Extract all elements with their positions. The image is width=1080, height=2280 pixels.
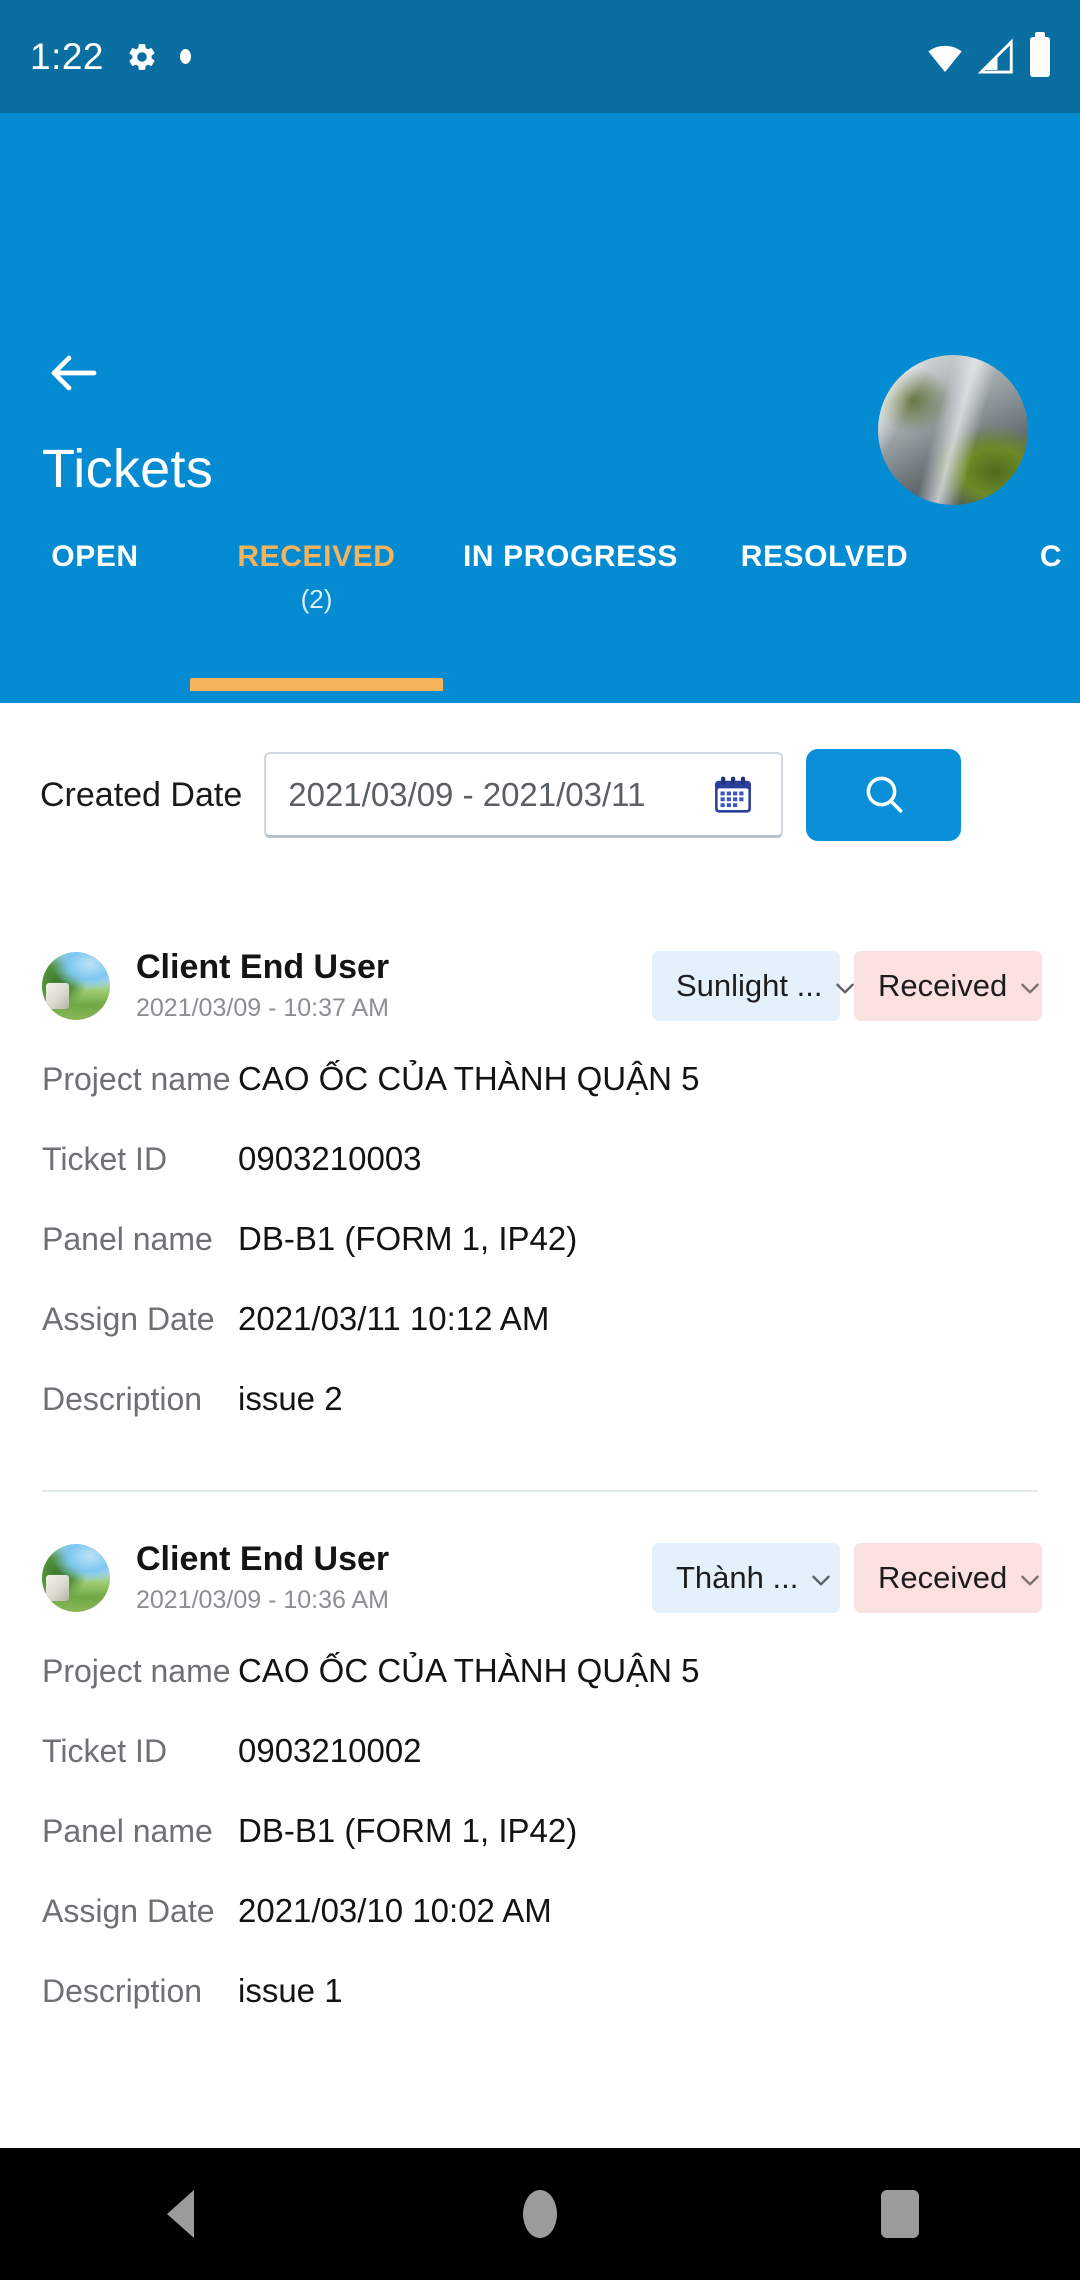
dot-icon — [180, 49, 192, 64]
detail-key: Panel name — [42, 1813, 213, 1849]
wifi-icon — [926, 38, 964, 76]
back-arrow-icon[interactable] — [44, 343, 104, 403]
detail-value: 2021/03/10 10:02 AM — [238, 1892, 552, 1929]
ticket-card[interactable]: Client End User 2021/03/09 - 10:36 AM Th… — [0, 1492, 1080, 2052]
detail-value: issue 2 — [238, 1380, 343, 1417]
gear-icon — [126, 41, 158, 73]
tab-label: OPEN — [51, 540, 139, 573]
detail-row: Project name CAO ỐC CỦA THÀNH QUẬN 5 — [42, 1652, 1080, 1732]
status-bar-left: 1:22 — [30, 35, 192, 78]
ticket-user-block: Client End User 2021/03/09 - 10:37 AM — [136, 947, 390, 1023]
android-nav-bar — [0, 2148, 1080, 2280]
status-clock: 1:22 — [30, 35, 105, 77]
ticket-user-block: Client End User 2021/03/09 - 10:36 AM — [136, 1539, 390, 1615]
detail-value: issue 1 — [238, 1972, 343, 2009]
nav-back-button[interactable] — [105, 2148, 255, 2280]
detail-key: Ticket ID — [42, 1733, 168, 1769]
detail-value: 0903210003 — [238, 1140, 422, 1177]
search-button[interactable] — [806, 749, 962, 841]
search-icon — [859, 770, 909, 820]
tab-label: IN PROGRESS — [463, 540, 678, 573]
avatar[interactable] — [42, 1544, 110, 1612]
detail-row: Description issue 2 — [42, 1380, 1080, 1460]
ticket-card[interactable]: Client End User 2021/03/09 - 10:37 AM Su… — [0, 900, 1080, 1492]
nav-home-button[interactable] — [465, 2148, 615, 2280]
date-range-input[interactable]: 2021/03/09 - 2021/03/11 — [264, 752, 784, 838]
date-range-value: 2021/03/09 - 2021/03/11 — [288, 775, 646, 813]
battery-icon — [1030, 31, 1050, 77]
tab-label: RESOLVED — [740, 540, 909, 573]
ticket-user-name: Client End User — [136, 1539, 390, 1578]
detail-key: Panel name — [42, 1221, 213, 1257]
project-dropdown[interactable]: Sunlight ... — [652, 951, 855, 1021]
detail-row: Project name CAO ỐC CỦA THÀNH QUẬN 5 — [42, 1060, 1080, 1140]
page-title: Tickets — [42, 439, 214, 499]
ticket-details: Project name CAO ỐC CỦA THÀNH QUẬN 5 Tic… — [0, 1060, 1080, 1460]
chevron-down-icon — [1017, 973, 1043, 999]
tab-closed[interactable]: C — [951, 512, 1080, 584]
ticket-details: Project name CAO ỐC CỦA THÀNH QUẬN 5 Tic… — [0, 1652, 1080, 2052]
project-dropdown[interactable]: Thành ... — [652, 1543, 840, 1613]
cellular-signal-icon — [977, 38, 1016, 76]
ticket-timestamp: 2021/03/09 - 10:36 AM — [136, 1586, 389, 1615]
chevron-down-icon — [808, 1565, 834, 1591]
detail-value: CAO ỐC CỦA THÀNH QUẬN 5 — [238, 1652, 700, 1689]
nav-back-icon — [166, 2190, 194, 2238]
detail-key: Project name — [42, 1061, 231, 1097]
tab-received[interactable]: RECEIVED (2) — [190, 512, 443, 615]
phone-screen: 1:22 Tickets OPEN RECEIVED (2) IN PROGRE… — [0, 0, 1080, 2280]
detail-key: Ticket ID — [42, 1141, 168, 1177]
detail-key: Description — [42, 1973, 203, 2009]
tab-active-indicator — [190, 678, 443, 691]
ticket-chips: Thành ... Received — [652, 1543, 1042, 1613]
detail-key: Project name — [42, 1653, 231, 1689]
status-bar-right — [926, 31, 1050, 77]
status-dropdown[interactable]: Received — [854, 1543, 1042, 1613]
detail-key: Assign Date — [42, 1893, 215, 1929]
tab-bar[interactable]: OPEN RECEIVED (2) IN PROGRESS RESOLVED C — [0, 512, 1080, 690]
chevron-down-icon — [1017, 1565, 1043, 1591]
tab-in-progress[interactable]: IN PROGRESS — [443, 512, 698, 584]
ticket-timestamp: 2021/03/09 - 10:37 AM — [136, 994, 389, 1023]
detail-value: 2021/03/11 10:12 AM — [238, 1300, 550, 1337]
avatar[interactable] — [42, 952, 110, 1020]
calendar-icon[interactable] — [711, 773, 755, 817]
ticket-card-header: Client End User 2021/03/09 - 10:37 AM Su… — [0, 940, 1080, 1032]
ticket-card-header: Client End User 2021/03/09 - 10:36 AM Th… — [0, 1532, 1080, 1624]
ticket-chips: Sunlight ... Received — [652, 951, 1042, 1021]
created-date-label: Created Date — [40, 775, 243, 814]
status-bar: 1:22 — [0, 0, 1080, 113]
detail-key: Description — [42, 1381, 203, 1417]
tab-open[interactable]: OPEN — [0, 512, 190, 584]
tab-label: C — [1039, 540, 1063, 573]
avatar[interactable] — [878, 355, 1028, 505]
nav-recents-icon — [881, 2190, 919, 2238]
ticket-list[interactable]: Client End User 2021/03/09 - 10:37 AM Su… — [0, 900, 1080, 2148]
ticket-user-name: Client End User — [136, 947, 390, 986]
detail-value: CAO ỐC CỦA THÀNH QUẬN 5 — [238, 1060, 700, 1097]
nav-home-icon — [523, 2190, 557, 2238]
detail-row: Panel name DB-B1 (FORM 1, IP42) — [42, 1220, 1080, 1300]
tab-count: (2) — [300, 584, 333, 614]
detail-value: DB-B1 (FORM 1, IP42) — [238, 1220, 578, 1257]
detail-row: Description issue 1 — [42, 1972, 1080, 2052]
detail-row: Panel name DB-B1 (FORM 1, IP42) — [42, 1812, 1080, 1892]
status-dropdown-value: Received — [878, 968, 1008, 1003]
status-dropdown[interactable]: Received — [854, 951, 1042, 1021]
detail-row: Assign Date 2021/03/10 10:02 AM — [42, 1892, 1080, 1972]
project-dropdown-value: Thành ... — [676, 1560, 799, 1595]
nav-recents-button[interactable] — [825, 2148, 975, 2280]
detail-row: Ticket ID 0903210003 — [42, 1140, 1080, 1220]
detail-row: Assign Date 2021/03/11 10:12 AM — [42, 1300, 1080, 1380]
tab-resolved[interactable]: RESOLVED — [698, 512, 951, 584]
project-dropdown-value: Sunlight ... — [676, 968, 823, 1003]
tab-label: RECEIVED — [237, 540, 396, 573]
detail-value: DB-B1 (FORM 1, IP42) — [238, 1812, 578, 1849]
status-dropdown-value: Received — [878, 1560, 1008, 1595]
detail-key: Assign Date — [42, 1301, 215, 1337]
detail-value: 0903210002 — [238, 1732, 422, 1769]
filter-row: Created Date 2021/03/09 - 2021/03/11 — [0, 740, 1080, 850]
detail-row: Ticket ID 0903210002 — [42, 1732, 1080, 1812]
